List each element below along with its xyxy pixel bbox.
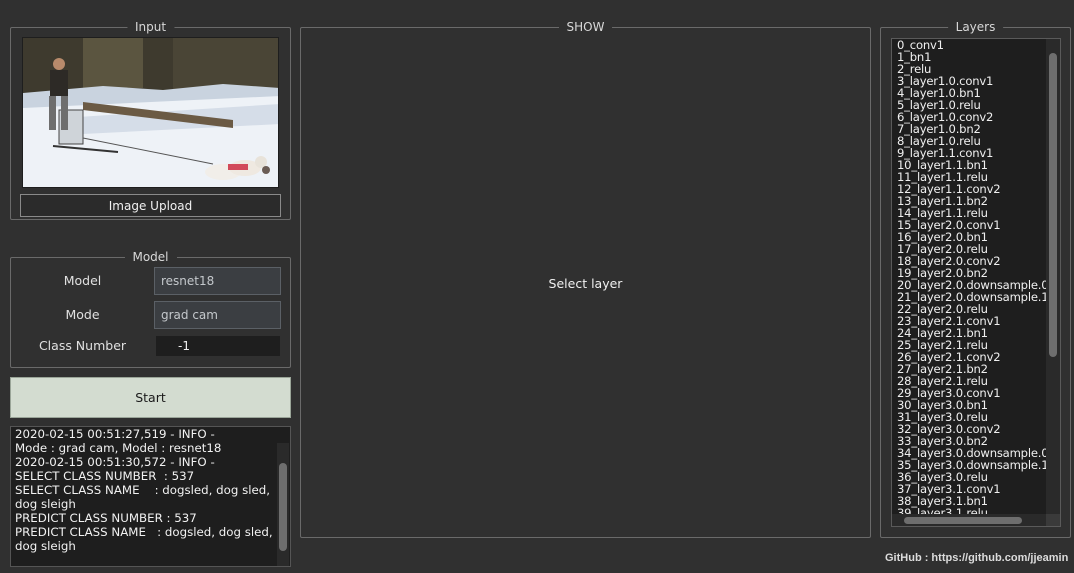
scroll-corner <box>1046 514 1060 526</box>
show-panel-title: SHOW <box>558 19 613 35</box>
show-placeholder-text: Select layer <box>548 276 623 291</box>
class-number-input[interactable]: -1 <box>156 336 280 356</box>
model-panel: Model Model resnet18 Mode grad cam Class… <box>10 249 291 368</box>
log-text: 2020-02-15 00:51:27,519 - INFO - Mode : … <box>15 427 273 553</box>
github-footer: GitHub : https://github.com/jjeamin <box>885 552 1069 564</box>
model-panel-title: Model <box>124 249 177 265</box>
layer-list[interactable]: 0_conv1 1_bn1 2_relu 3_layer1.0.conv1 4_laye… <box>891 38 1061 527</box>
layer-list-hscroll-thumb[interactable] <box>904 517 1022 524</box>
layer-list-vscroll-thumb[interactable] <box>1049 53 1057 357</box>
layer-items: 0_conv1 1_bn1 2_relu 3_layer1.0.conv1 4_laye… <box>897 39 1052 519</box>
log-scrollbar[interactable] <box>277 443 289 566</box>
image-upload-button[interactable]: Image Upload <box>20 194 281 217</box>
log-scrollbar-thumb[interactable] <box>279 463 287 551</box>
input-panel: Input Image Upload <box>10 19 291 220</box>
class-number-label: Class Number <box>38 338 127 353</box>
model-label: Model <box>63 273 102 288</box>
start-button[interactable]: Start <box>10 377 291 418</box>
input-panel-title: Input <box>126 19 175 35</box>
model-field[interactable]: resnet18 <box>154 267 281 295</box>
layers-panel-title: Layers <box>947 19 1004 35</box>
mode-label: Mode <box>65 307 100 322</box>
layer-list-hscrollbar[interactable] <box>892 514 1047 526</box>
log-output: 2020-02-15 00:51:27,519 - INFO - Mode : … <box>10 426 291 567</box>
layers-panel: Layers 0_conv1 1_bn1 2_relu 3_layer1.0.conv… <box>880 19 1071 538</box>
show-panel: SHOW Select layer <box>300 19 871 538</box>
mode-field[interactable]: grad cam <box>154 301 281 329</box>
input-image-preview <box>22 37 279 188</box>
layer-list-vscrollbar[interactable] <box>1046 39 1060 514</box>
